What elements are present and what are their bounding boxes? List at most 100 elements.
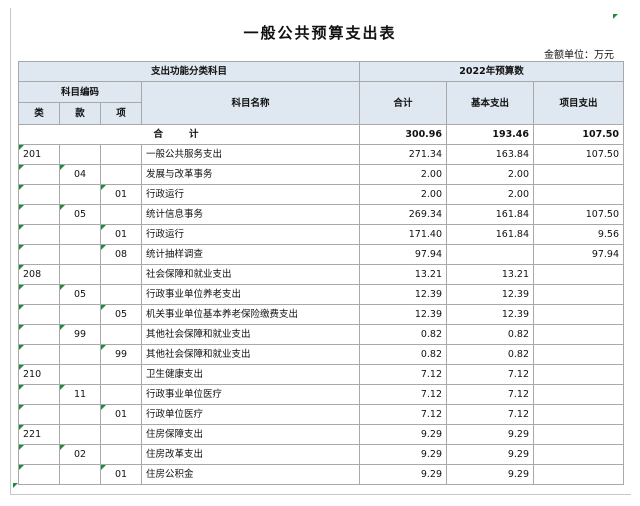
header-total: 合计 (359, 81, 448, 125)
cell-basic: 2.00 (446, 164, 535, 185)
cell-total: 0.82 (359, 344, 448, 365)
cell-subject-name: 统计信息事务 (140, 204, 361, 225)
cell-project (533, 404, 625, 425)
cell-basic: 7.12 (446, 404, 535, 425)
cell-xiang (100, 384, 142, 405)
cell-subject-name: 行政运行 (140, 184, 361, 205)
header-function-classification: 支出功能分类科目 (17, 61, 361, 82)
cell-lei (18, 244, 60, 265)
cell-project: 107.50 (533, 144, 625, 165)
page-title: 一般公共预算支出表 (243, 24, 397, 42)
cell-kuan: 02 (59, 444, 101, 465)
cell-total: 9.29 (359, 464, 448, 485)
cell-subject-name: 行政单位医疗 (140, 404, 361, 425)
cell-subject-name: 卫生健康支出 (140, 364, 361, 385)
cell-kuan (59, 364, 101, 385)
table-row: 221 住房保障支出 9.29 9.29 (18, 424, 625, 445)
cell-project: 97.94 (533, 244, 625, 265)
cell-kuan (59, 424, 101, 445)
cell-total: 12.39 (359, 304, 448, 325)
cell-kuan (59, 464, 101, 485)
cell-kuan: 05 (59, 284, 101, 305)
cell-lei (18, 224, 60, 245)
cell-xiang (100, 144, 142, 165)
table-row: 201 一般公共服务支出 271.34 163.84 107.50 (18, 144, 625, 165)
cell-project (533, 344, 625, 365)
total-project: 107.50 (533, 124, 625, 145)
cell-project: 107.50 (533, 204, 625, 225)
cell-project (533, 324, 625, 345)
cell-total: 9.29 (359, 424, 448, 445)
table-row: 11 行政事业单位医疗 7.12 7.12 (18, 384, 625, 405)
cell-lei (18, 384, 60, 405)
table-row: 208 社会保障和就业支出 13.21 13.21 (18, 264, 625, 285)
table-row: 05 统计信息事务 269.34 161.84 107.50 (18, 204, 625, 225)
table-row: 210 卫生健康支出 7.12 7.12 (18, 364, 625, 385)
table-row: 01 行政单位医疗 7.12 7.12 (18, 404, 625, 425)
cell-project (533, 284, 625, 305)
header-xiang: 项 (100, 102, 142, 125)
cell-basic: 12.39 (446, 284, 535, 305)
cell-xiang (100, 284, 142, 305)
cell-basic: 2.00 (446, 184, 535, 205)
cell-subject-name: 社会保障和就业支出 (140, 264, 361, 285)
cell-total: 13.21 (359, 264, 448, 285)
cell-subject-name: 住房公积金 (140, 464, 361, 485)
cell-project (533, 424, 625, 445)
cell-xiang (100, 164, 142, 185)
cell-lei (18, 324, 60, 345)
cell-total: 9.29 (359, 444, 448, 465)
cell-basic: 7.12 (446, 384, 535, 405)
cell-total: 7.12 (359, 384, 448, 405)
cell-kuan (59, 144, 101, 165)
cell-lei (18, 184, 60, 205)
cell-lei (18, 204, 60, 225)
cell-comment-marker (613, 14, 618, 19)
header-kuan: 款 (59, 102, 101, 125)
total-amount: 300.96 (359, 124, 448, 145)
header-subject-code: 科目编码 (18, 81, 142, 103)
cell-basic (446, 244, 535, 265)
cell-xiang (100, 364, 142, 385)
header-subject-name: 科目名称 (140, 81, 361, 125)
total-label: 合计 (17, 124, 361, 145)
table-row: 05 机关事业单位基本养老保险缴费支出 12.39 12.39 (18, 304, 625, 325)
cell-kuan (59, 244, 101, 265)
cell-xiang: 01 (100, 464, 142, 485)
table-row: 04 发展与改革事务 2.00 2.00 (18, 164, 625, 185)
cell-xiang (100, 324, 142, 345)
cell-project (533, 184, 625, 205)
header-budget-year: 2022年预算数 (359, 61, 625, 82)
cell-total: 269.34 (359, 204, 448, 225)
cell-basic: 161.84 (446, 224, 535, 245)
cell-lei: 221 (18, 424, 60, 445)
cell-total: 97.94 (359, 244, 448, 265)
cell-basic: 9.29 (446, 464, 535, 485)
cell-kuan (59, 404, 101, 425)
cell-lei (18, 444, 60, 465)
cell-total: 7.12 (359, 404, 448, 425)
table-row: 01 行政运行 171.40 161.84 9.56 (18, 224, 625, 245)
cell-subject-name: 其他社会保障和就业支出 (140, 344, 361, 365)
header-project-expenditure: 项目支出 (533, 81, 625, 125)
cell-lei: 210 (18, 364, 60, 385)
cell-basic: 161.84 (446, 204, 535, 225)
cell-kuan (59, 184, 101, 205)
cell-lei: 208 (18, 264, 60, 285)
cell-subject-name: 住房保障支出 (140, 424, 361, 445)
cell-project: 9.56 (533, 224, 625, 245)
cell-xiang: 08 (100, 244, 142, 265)
cell-xiang (100, 424, 142, 445)
cell-subject-name: 行政运行 (140, 224, 361, 245)
cell-kuan: 99 (59, 324, 101, 345)
cell-lei (18, 164, 60, 185)
table-row: 01 行政运行 2.00 2.00 (18, 184, 625, 205)
total-row: 合计 300.96 193.46 107.50 (17, 124, 625, 145)
cell-subject-name: 其他社会保障和就业支出 (140, 324, 361, 345)
cell-total: 2.00 (359, 164, 448, 185)
cell-project (533, 384, 625, 405)
table-row: 08 统计抽样调查 97.94 97.94 (18, 244, 625, 265)
table-row: 02 住房改革支出 9.29 9.29 (18, 444, 625, 465)
cell-total: 0.82 (359, 324, 448, 345)
cell-basic: 12.39 (446, 304, 535, 325)
